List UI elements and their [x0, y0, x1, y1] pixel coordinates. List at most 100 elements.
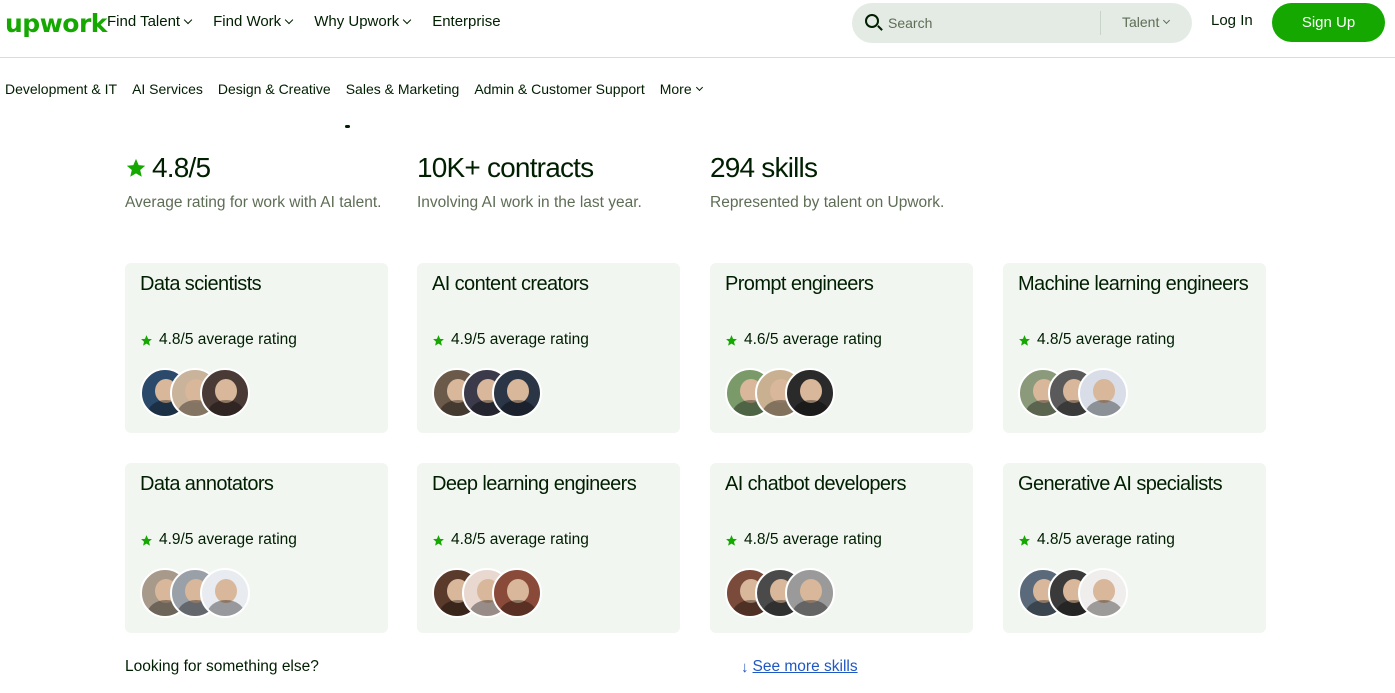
main-nav: Find Talent Find Work Why Upwork Enterpr…: [107, 13, 523, 30]
skill-card[interactable]: Deep learning engineers 4.8/5 average rat…: [417, 463, 680, 633]
avatar: [200, 368, 250, 418]
nav-enterprise-label: Enterprise: [432, 13, 501, 30]
top-header: upwork Find Talent Find Work Why Upwork …: [0, 0, 1395, 58]
search-scope-select[interactable]: Talent: [1122, 14, 1171, 30]
skill-card[interactable]: Machine learning engineers 4.8/5 average …: [1003, 263, 1266, 433]
nav-find-talent-label: Find Talent: [107, 13, 181, 30]
skill-card-rating: 4.8/5 average rating: [1018, 531, 1175, 549]
nav-find-talent[interactable]: Find Talent: [107, 13, 193, 30]
skill-card[interactable]: Prompt engineers 4.6/5 average rating: [710, 263, 973, 433]
skill-card[interactable]: Generative AI specialists 4.8/5 average r…: [1003, 463, 1266, 633]
skill-card-rating-text: 4.8/5 average rating: [451, 531, 589, 548]
star-icon: [433, 334, 444, 346]
category-label: More: [659, 81, 692, 97]
skill-card-rating-text: 4.8/5 average rating: [159, 331, 297, 348]
avatar-group: [725, 368, 845, 418]
stat-value: 10K+ contracts: [417, 152, 697, 184]
skill-card[interactable]: AI chatbot developers 4.8/5 average ratin…: [710, 463, 973, 633]
category-label: AI Services: [132, 81, 203, 97]
skill-card-rating-text: 4.8/5 average rating: [1037, 531, 1175, 548]
nav-find-work-label: Find Work: [213, 13, 282, 30]
skill-card-title: Prompt engineers: [725, 273, 874, 295]
nav-why-upwork[interactable]: Why Upwork: [314, 13, 412, 30]
nav-find-work[interactable]: Find Work: [213, 13, 294, 30]
stat-description: Represented by talent on Upwork.: [710, 194, 945, 211]
stat-description: Involving AI work in the last year.: [417, 194, 642, 211]
category-admin-support[interactable]: Admin & Customer Support: [474, 81, 644, 97]
see-more-label: See more skills: [752, 658, 858, 675]
skill-card-rating-text: 4.8/5 average rating: [744, 531, 882, 548]
nav-enterprise[interactable]: Enterprise: [432, 13, 500, 30]
upwork-logo[interactable]: upwork: [5, 9, 107, 38]
star-icon: [126, 158, 146, 177]
avatar-group: [1018, 568, 1138, 618]
avatar: [1078, 368, 1128, 418]
see-more-skills-link[interactable]: ↓ See more skills: [741, 658, 858, 676]
skill-card-rating: 4.8/5 average rating: [725, 531, 882, 549]
category-more[interactable]: More: [659, 81, 703, 97]
category-sales-marketing[interactable]: Sales & Marketing: [346, 81, 460, 97]
avatar: [492, 568, 542, 618]
stat-rating: 4.8/5 Average rating for work with AI ta…: [125, 152, 385, 214]
avatar-group: [140, 368, 260, 418]
skill-card-title: AI content creators: [432, 273, 589, 295]
stat-value: 4.8/5: [125, 152, 385, 184]
avatar: [200, 568, 250, 618]
skill-card-rating: 4.8/5 average rating: [1018, 331, 1175, 349]
star-icon: [141, 334, 152, 346]
skill-card[interactable]: AI content creators 4.9/5 average rating: [417, 263, 680, 433]
category-design-creative[interactable]: Design & Creative: [218, 81, 331, 97]
login-link[interactable]: Log In: [1211, 12, 1253, 29]
stat-value: 294 skills: [710, 152, 1000, 184]
skill-card-rating: 4.8/5 average rating: [140, 331, 297, 349]
stat-contracts: 10K+ contracts Involving AI work in the …: [417, 152, 697, 214]
skill-card[interactable]: Data annotators 4.9/5 average rating: [125, 463, 388, 633]
category-ai-services[interactable]: AI Services: [132, 81, 203, 97]
signup-button[interactable]: Sign Up: [1272, 3, 1385, 42]
chevron-down-icon: [183, 15, 193, 25]
skill-card-rating: 4.9/5 average rating: [140, 531, 297, 549]
stat-value-text: 4.8/5: [152, 152, 211, 183]
avatar-group: [432, 368, 552, 418]
decorative-dot: [345, 125, 350, 128]
stat-value-text: 294 skills: [710, 152, 818, 183]
category-label: Development & IT: [5, 81, 118, 97]
skill-card-title: Generative AI specialists: [1018, 473, 1223, 495]
star-icon: [433, 534, 444, 546]
category-nav: Development & IT AI Services Design & Cr…: [5, 81, 717, 97]
search-scope-label: Talent: [1122, 14, 1160, 30]
skill-card-rating: 4.8/5 average rating: [432, 531, 589, 549]
arrow-down-icon: ↓: [741, 658, 749, 676]
chevron-down-icon: [402, 15, 412, 25]
skill-card-rating-text: 4.6/5 average rating: [744, 331, 882, 348]
category-development-it[interactable]: Development & IT: [5, 81, 117, 97]
chevron-down-icon: [695, 83, 703, 92]
avatar-group: [1018, 368, 1138, 418]
skill-card[interactable]: Data scientists 4.8/5 average rating: [125, 263, 388, 433]
star-icon: [726, 534, 737, 546]
stat-value-text: 10K+ contracts: [417, 152, 594, 183]
avatar: [1078, 568, 1128, 618]
skill-card-rating: 4.6/5 average rating: [725, 331, 882, 349]
star-icon: [1019, 534, 1030, 546]
star-icon: [141, 534, 152, 546]
search-input[interactable]: [888, 13, 1088, 33]
skill-card-title: Data scientists: [140, 273, 262, 295]
skill-card-title: Deep learning engineers: [432, 473, 637, 495]
nav-why-upwork-label: Why Upwork: [314, 13, 400, 30]
search-icon[interactable]: [865, 14, 879, 28]
chevron-down-icon: [1163, 16, 1171, 25]
star-icon: [726, 334, 737, 346]
avatar-group: [725, 568, 845, 618]
avatar-group: [432, 568, 552, 618]
stat-description: Average rating for work with AI talent.: [125, 194, 382, 211]
skill-card-rating-text: 4.9/5 average rating: [451, 331, 589, 348]
star-icon: [1019, 334, 1030, 346]
skill-card-title: Machine learning engineers: [1018, 273, 1249, 295]
skill-card-title: AI chatbot developers: [725, 473, 906, 495]
category-label: Admin & Customer Support: [474, 81, 645, 97]
avatar: [492, 368, 542, 418]
search-box: Talent: [852, 3, 1192, 43]
category-label: Design & Creative: [217, 81, 331, 97]
skill-card-rating-text: 4.8/5 average rating: [1037, 331, 1175, 348]
